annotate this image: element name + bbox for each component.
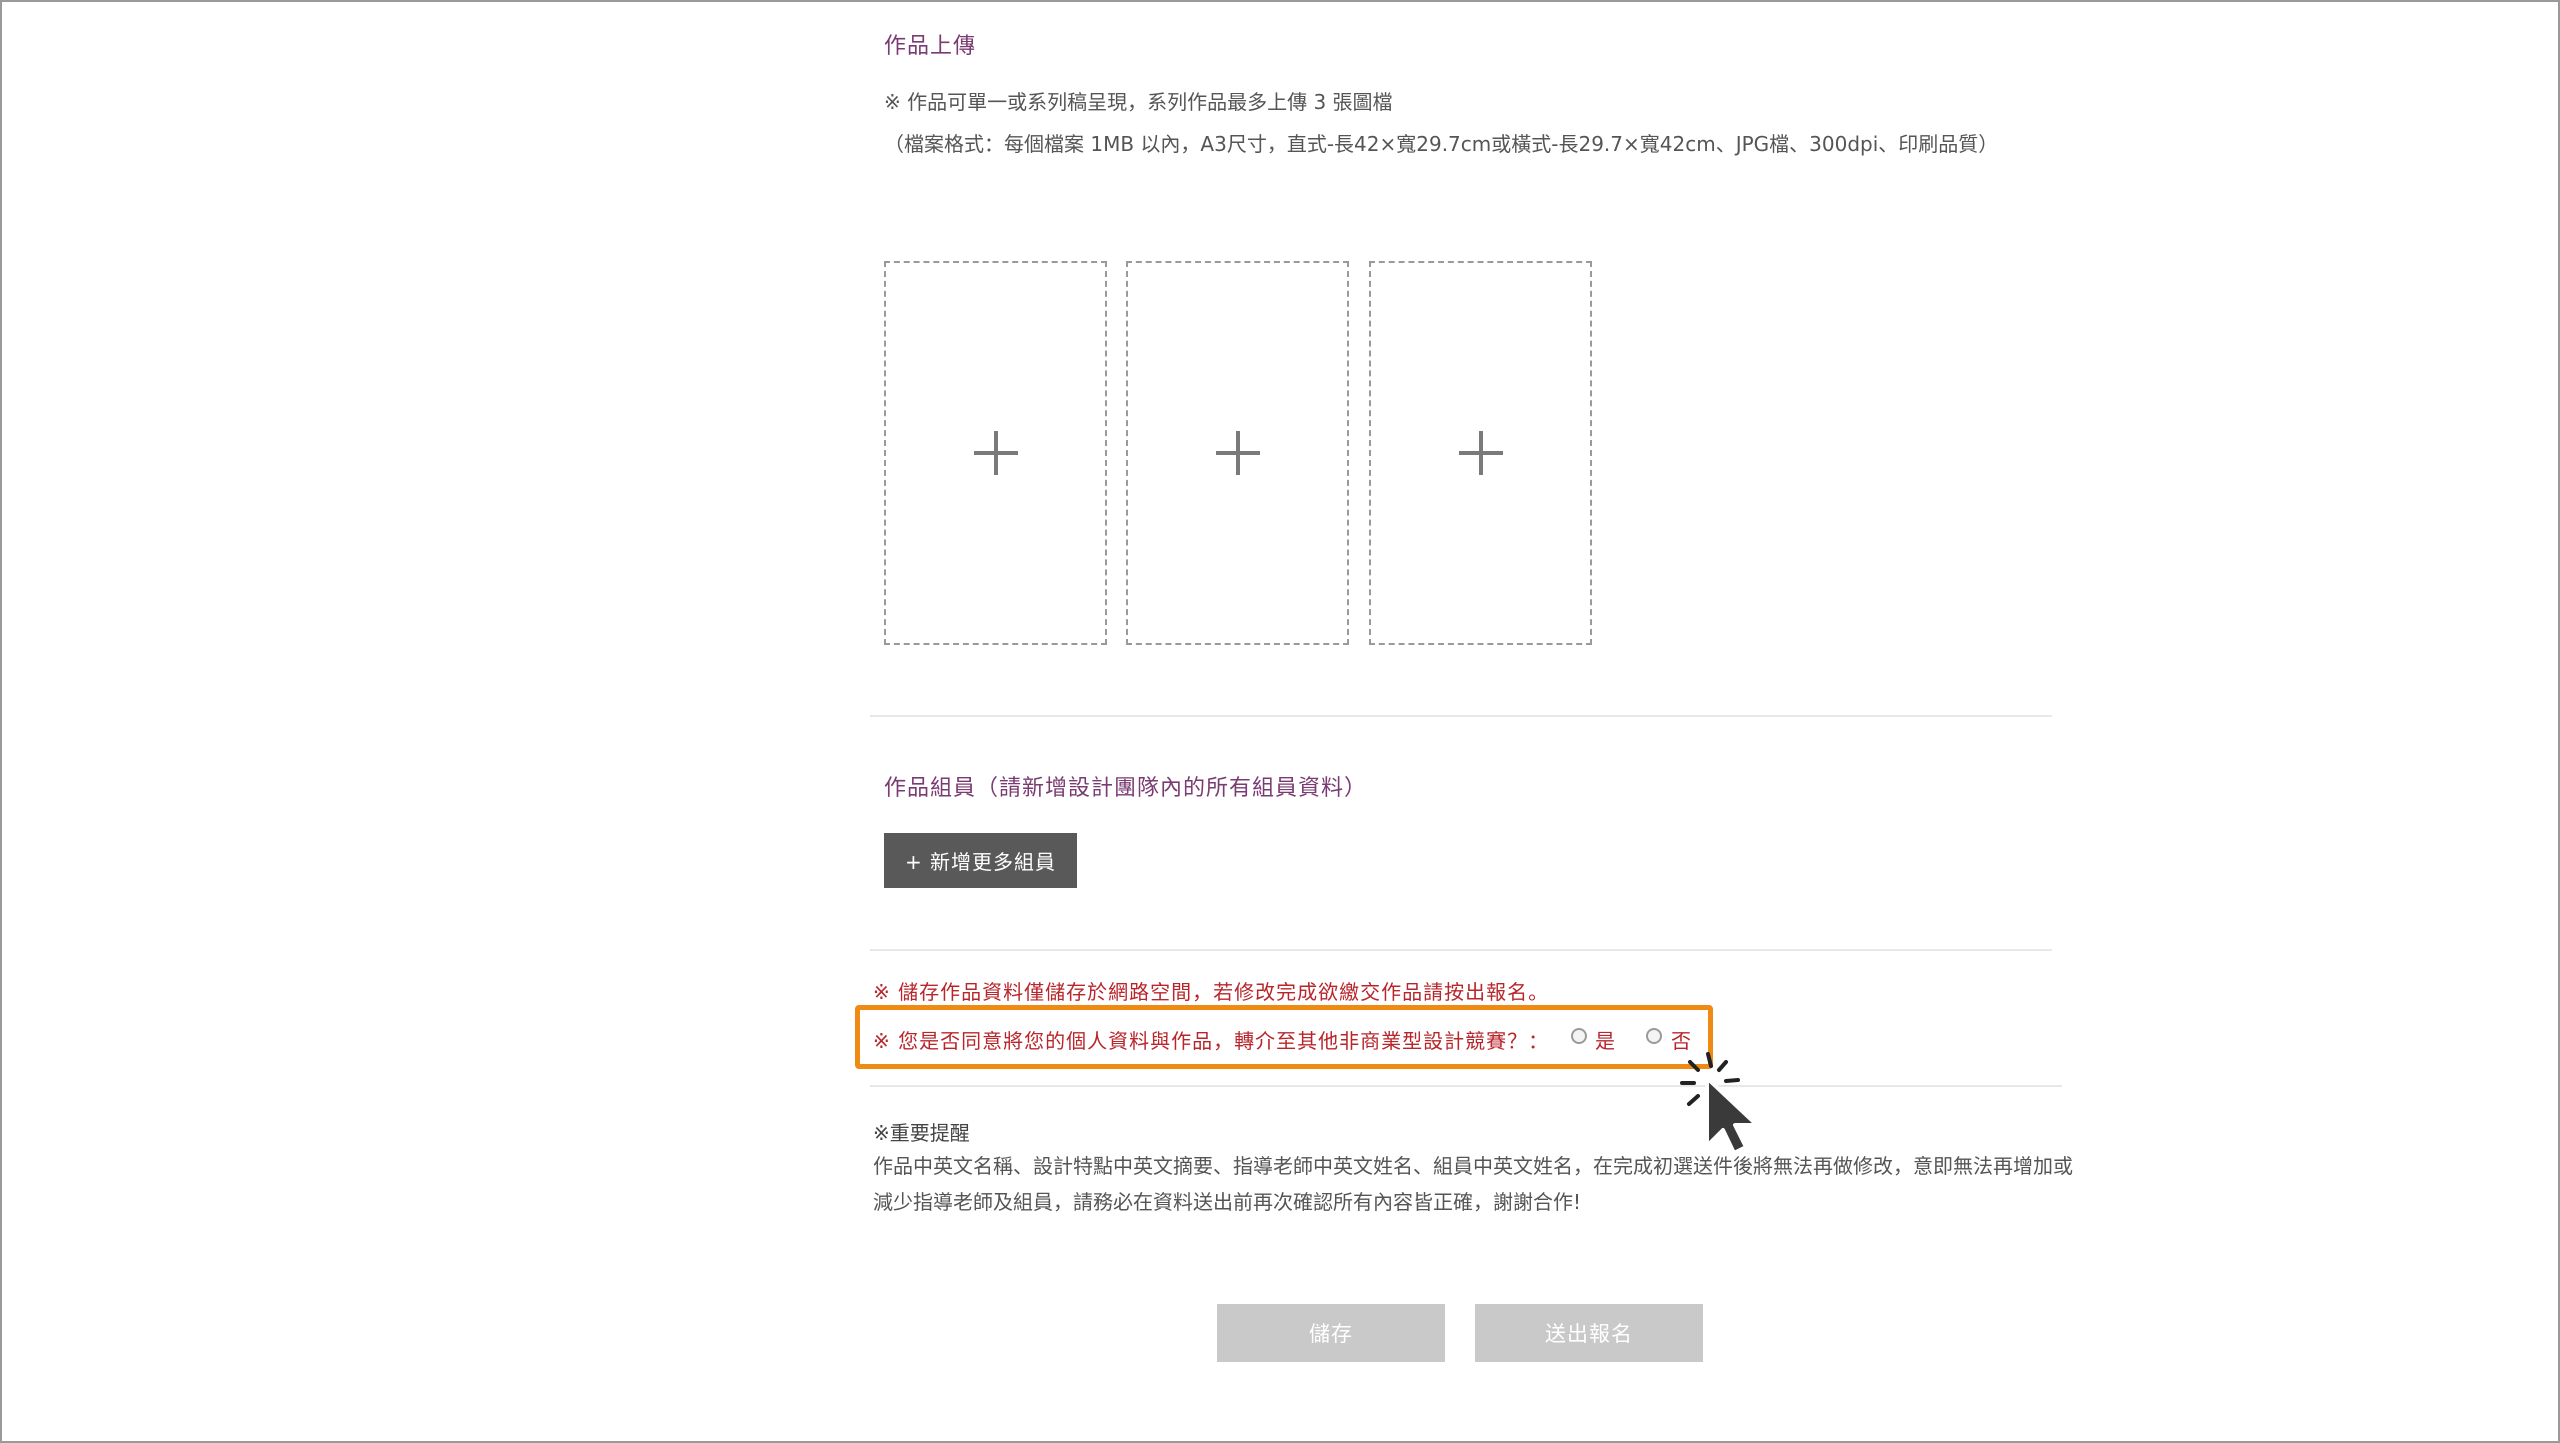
reminder-text: 作品中英文名稱、設計特點中英文摘要、指導老師中英文姓名、組員中英文姓名，在完成初…: [873, 1154, 2073, 1214]
upload-slot-2[interactable]: [1126, 261, 1349, 645]
upload-note-limit: ※ 作品可單一或系列稿呈現，系列作品最多上傳 3 張圖檔: [884, 90, 1393, 114]
section-divider: [870, 949, 2052, 951]
upload-section-title: 作品上傳: [884, 34, 977, 59]
consent-yes-radio[interactable]: [1571, 1028, 1587, 1044]
upload-slot-3[interactable]: [1369, 261, 1592, 645]
plus-icon: [973, 431, 1018, 475]
save-button[interactable]: 儲存: [1217, 1304, 1445, 1362]
plus-icon: [1215, 431, 1260, 475]
reminder-title: ※重要提醒: [873, 1121, 970, 1145]
save-notice: ※ 儲存作品資料僅儲存於網路空間，若修改完成欲繳交作品請按出報名。: [873, 980, 1550, 1004]
mouse-pointer-icon: [1680, 1052, 1759, 1155]
section-divider: [870, 715, 2052, 717]
page-frame: [0, 0, 2560, 1443]
section-divider: [870, 1085, 2062, 1087]
members-section-title: 作品組員（請新增設計團隊內的所有組員資料）: [884, 776, 1368, 801]
submit-button[interactable]: 送出報名: [1475, 1304, 1703, 1362]
consent-yes-label[interactable]: 是: [1595, 1025, 1615, 1054]
add-member-button[interactable]: + 新增更多組員: [884, 833, 1077, 888]
upload-note-format: （檔案格式：每個檔案 1MB 以內，A3尺寸，直式-長42×寬29.7cm或橫式…: [884, 132, 1999, 156]
consent-no-radio[interactable]: [1646, 1028, 1662, 1044]
plus-icon: [1458, 431, 1503, 475]
consent-question: ※ 您是否同意將您的個人資料與作品，轉介至其他非商業型設計競賽？：: [873, 1029, 1550, 1053]
upload-slot-1[interactable]: [884, 261, 1107, 645]
